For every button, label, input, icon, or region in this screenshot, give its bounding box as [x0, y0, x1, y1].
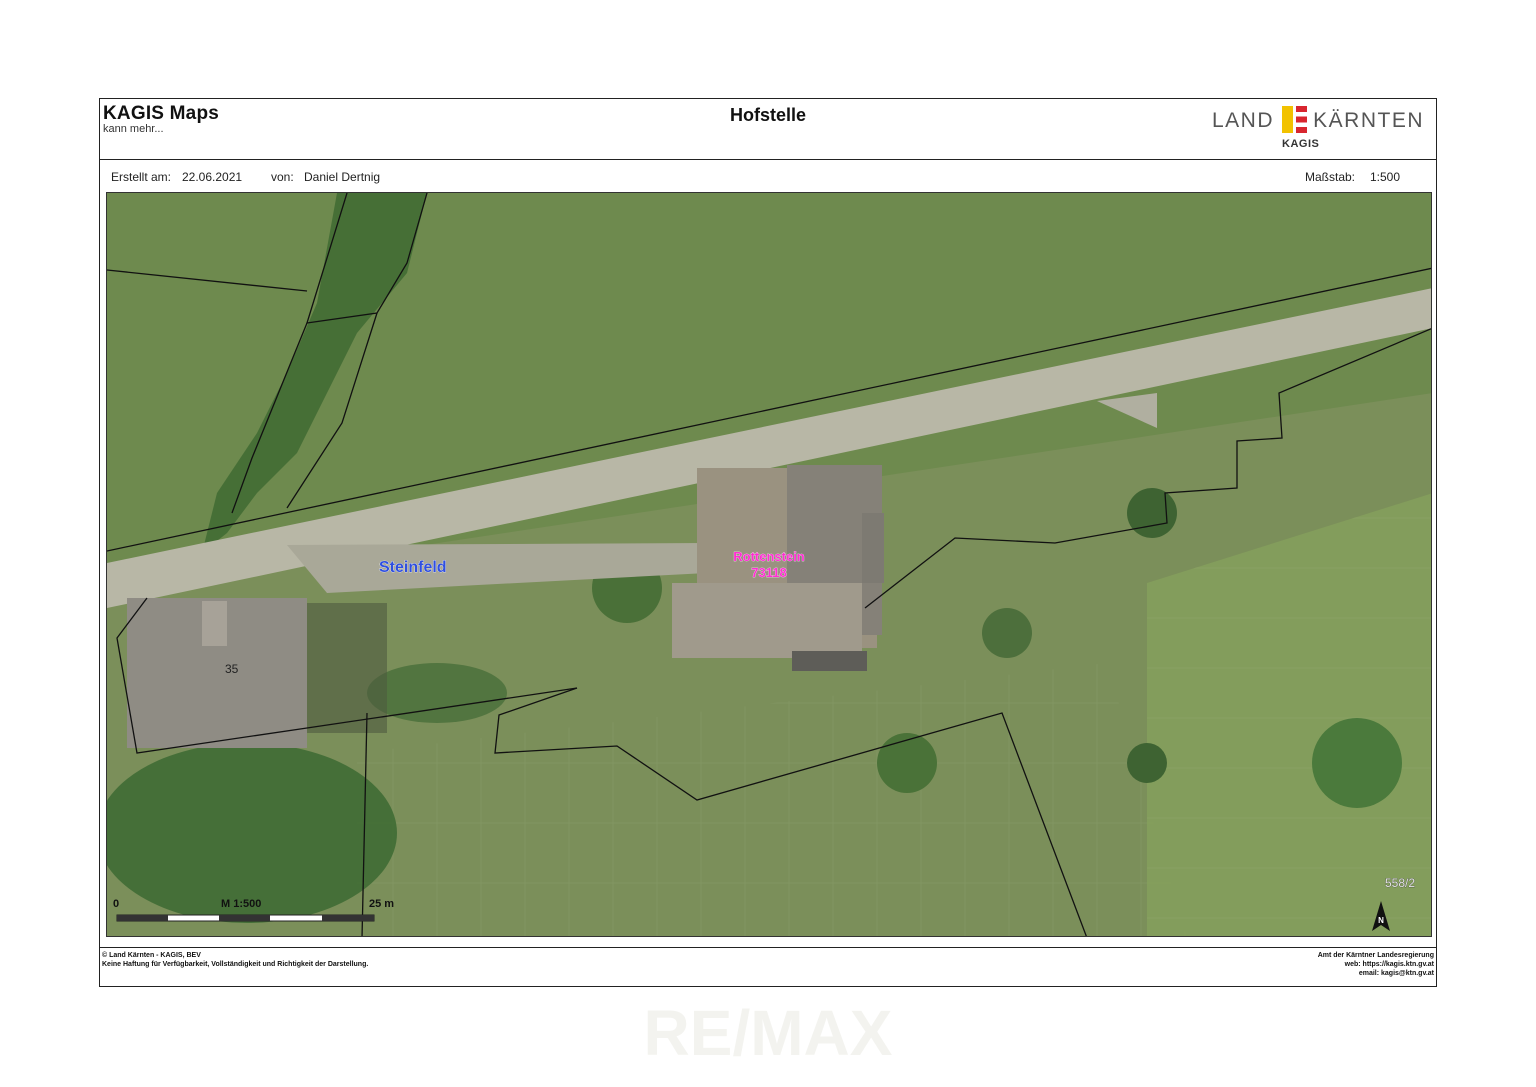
logo-word-kaernten: KÄRNTEN [1313, 109, 1424, 132]
scale-bar-start: 0 [113, 898, 119, 910]
footer-right-line2: web: https://kagis.ktn.gv.at [1344, 961, 1434, 968]
created-date: 22.06.2021 [182, 170, 243, 184]
tree [1127, 488, 1177, 538]
coat-of-arms-icon [1282, 106, 1307, 133]
author-label: von: [271, 170, 294, 184]
logo-word-land: LAND [1212, 109, 1275, 132]
north-label: N [1378, 916, 1384, 925]
logo-sub: KAGIS [1282, 138, 1320, 150]
chimney [202, 601, 227, 646]
tree [982, 608, 1032, 658]
street-label: Steinfeld [379, 559, 447, 576]
farmhouse-wing [672, 583, 862, 658]
tree-cluster-s [367, 663, 507, 723]
map-sheet: KAGIS Maps kann mehr... Hofstelle LAND K… [99, 98, 1437, 987]
watermark-text: RE/MAX [644, 997, 893, 1069]
info-bar: Erstellt am: 22.06.2021 von: Daniel Dert… [100, 160, 1436, 190]
footer-right-line1: Amt der Kärntner Landesregierung [1317, 952, 1434, 959]
scale-label: Maßstab: [1305, 170, 1356, 184]
footer-left-line2: Keine Haftung für Verfügbarkeit, Vollstä… [102, 961, 369, 968]
farmhouse-annex [862, 513, 884, 583]
remax-watermark: RE/MAX [644, 997, 893, 1069]
scale-bar-middle: M 1:500 [221, 898, 261, 910]
house-35-shade [307, 603, 387, 733]
tree [877, 733, 937, 793]
scale-bar-end: 25 m [369, 898, 394, 910]
scale-value: 1:500 [1370, 170, 1401, 184]
shed [792, 651, 867, 671]
land-kaernten-logo: LAND KÄRNTEN KAGIS [1212, 106, 1424, 154]
parcel-id-label: 558/2 [1385, 876, 1415, 890]
footer-right-line3: email: kagis@ktn.gv.at [1358, 970, 1434, 977]
parcel-name-label: Rottenstein [733, 549, 805, 564]
map-header: KAGIS Maps kann mehr... Hofstelle LAND K… [100, 99, 1436, 160]
tree [1127, 743, 1167, 783]
parcel-code-label: 73118 [751, 565, 786, 580]
tree [1312, 718, 1402, 808]
house-number-label: 35 [225, 662, 239, 676]
aerial-map: Steinfeld Rottenstein 73118 35 558/2 0 M… [107, 193, 1431, 936]
footer-left-line1: © Land Kärnten - KAGIS, BEV [102, 952, 201, 959]
footer-contact: Amt der Kärntner Landesregierung web: ht… [1318, 951, 1434, 978]
map-footer: © Land Kärnten - KAGIS, BEV Keine Haftun… [100, 947, 1436, 986]
tree-cluster-sw [107, 743, 397, 923]
footer-copyright: © Land Kärnten - KAGIS, BEV Keine Haftun… [102, 951, 368, 969]
created-label: Erstellt am: [111, 170, 172, 184]
author-name: Daniel Dertnig [304, 170, 381, 184]
map-viewport[interactable]: Steinfeld Rottenstein 73118 35 558/2 0 M… [106, 192, 1432, 937]
